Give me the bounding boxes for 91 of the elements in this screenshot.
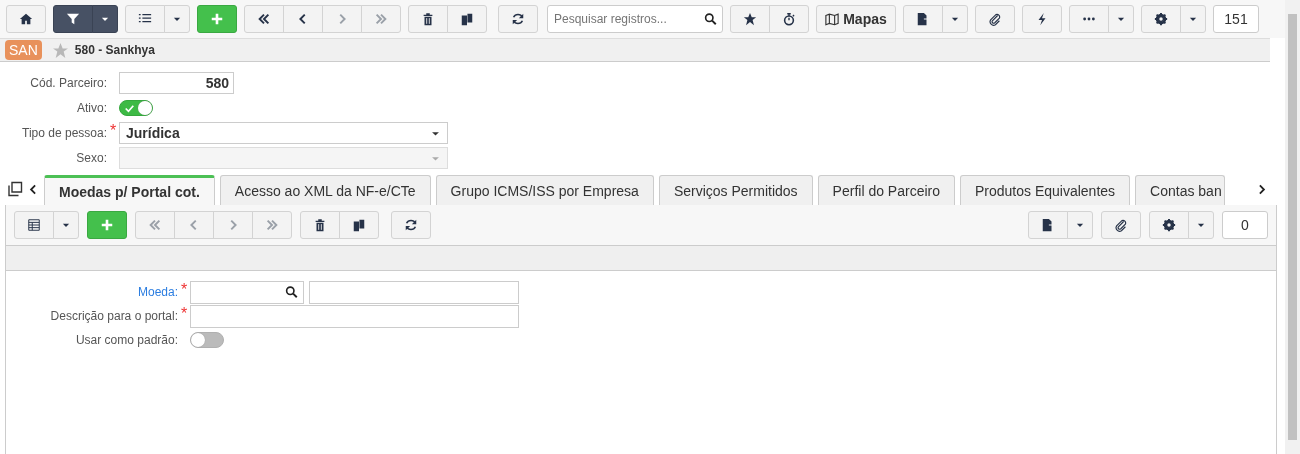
double-chevron-left-icon — [148, 218, 162, 232]
filter-button[interactable] — [53, 5, 93, 33]
record-badge: SAN — [5, 40, 42, 60]
copy-icon — [352, 218, 366, 232]
star-icon — [51, 41, 69, 59]
export-icon — [916, 12, 930, 26]
search-field[interactable]: Pesquisar registros... — [547, 5, 723, 33]
field-label: Cód. Parceiro: — [29, 76, 107, 90]
view-dropdown-button[interactable] — [53, 211, 79, 239]
select-field[interactable]: Jurídica — [119, 122, 448, 144]
field-link[interactable]: Moeda: — [6, 285, 178, 299]
paperclip-icon — [988, 12, 1002, 26]
export-button[interactable] — [903, 5, 943, 33]
field-label: Usar como padrão: — [74, 333, 178, 347]
grid-icon — [27, 218, 41, 232]
home-button[interactable] — [6, 5, 46, 33]
delete-button[interactable] — [408, 5, 448, 33]
copy-icon — [460, 12, 474, 26]
search-icon — [285, 285, 298, 299]
export-icon — [1041, 218, 1055, 232]
refresh-button[interactable] — [391, 211, 431, 239]
double-chevron-right-icon — [265, 218, 279, 232]
settings-button[interactable] — [1141, 5, 1181, 33]
trash-icon — [421, 12, 435, 26]
delete-button[interactable] — [300, 211, 340, 239]
stopwatch-button[interactable] — [769, 5, 809, 33]
list-view-button[interactable] — [125, 5, 165, 33]
stopwatch-icon — [782, 12, 796, 26]
scrollbar[interactable] — [1285, 0, 1300, 454]
refresh-icon — [511, 12, 525, 26]
tab[interactable]: Contas ban — [1135, 175, 1225, 205]
record-title: 580 - Sankhya — [74, 43, 155, 57]
toggle-switch[interactable] — [190, 332, 224, 348]
favorite-button[interactable] — [730, 5, 770, 33]
field-label: Sexo: — [75, 151, 107, 165]
star-icon — [743, 12, 757, 26]
windows-icon — [7, 181, 23, 197]
input-field[interactable]: 580 — [119, 72, 234, 94]
double-chevron-left-icon — [257, 12, 271, 26]
plus-icon — [210, 12, 224, 26]
map-icon — [825, 12, 840, 26]
duplicate-button[interactable] — [447, 5, 487, 33]
required-asterisk: * — [179, 281, 189, 299]
export-dropdown-button[interactable] — [1067, 211, 1093, 239]
first-record-button[interactable] — [244, 5, 284, 33]
settings-dropdown-button[interactable] — [1188, 211, 1214, 239]
description-field[interactable] — [309, 280, 519, 304]
double-chevron-right-icon — [374, 12, 388, 26]
toggle-switch[interactable] — [119, 100, 153, 116]
more-button[interactable] — [1069, 5, 1109, 33]
tab[interactable]: Serviços Permitidos — [658, 175, 813, 205]
tab[interactable]: Perfil do Parceiro — [817, 175, 955, 205]
actions-button[interactable] — [1022, 5, 1062, 33]
add-button[interactable] — [87, 211, 127, 239]
settings-button[interactable] — [1149, 211, 1189, 239]
refresh-button[interactable] — [498, 5, 538, 33]
filter-dropdown-button[interactable] — [92, 5, 118, 33]
export-dropdown-button[interactable] — [942, 5, 968, 33]
record-count: 0 — [1222, 211, 1268, 239]
refresh-icon — [404, 218, 418, 232]
add-button[interactable] — [197, 5, 237, 33]
required-asterisk: * — [179, 305, 189, 323]
settings-icon — [1154, 12, 1168, 26]
view-dropdown-button[interactable] — [164, 5, 190, 33]
export-button[interactable] — [1028, 211, 1068, 239]
input-field[interactable] — [190, 304, 519, 328]
attachment-button[interactable] — [975, 5, 1015, 33]
trash-icon — [313, 218, 327, 232]
grid-view-button[interactable] — [14, 211, 54, 239]
home-icon — [19, 12, 33, 26]
field-label: Descrição para o portal: — [49, 309, 178, 323]
record-count: 151 — [1213, 5, 1259, 33]
tab[interactable]: Moedas p/ Portal cot. — [44, 175, 215, 205]
more-dropdown-button[interactable] — [1108, 5, 1134, 33]
settings-icon — [1162, 218, 1176, 232]
settings-dropdown-button[interactable] — [1180, 5, 1206, 33]
tab[interactable]: Produtos Equivalentes — [960, 175, 1131, 205]
lookup-field[interactable] — [190, 280, 304, 304]
check-icon — [124, 102, 135, 114]
search-icon — [704, 12, 717, 26]
tab[interactable]: Acesso ao XML da NF-e/CTe — [219, 175, 431, 205]
required-asterisk: * — [108, 122, 118, 140]
field-label: Tipo de pessoa: — [21, 126, 107, 140]
maps-button[interactable]: Mapas — [816, 5, 896, 33]
plus-icon — [100, 218, 114, 232]
tab[interactable]: Grupo ICMS/ISS por Empresa — [435, 175, 654, 205]
filter-icon — [66, 12, 80, 26]
attachment-button[interactable] — [1101, 211, 1141, 239]
field-label: Ativo: — [76, 101, 107, 115]
duplicate-button[interactable] — [339, 211, 379, 239]
paperclip-icon — [1114, 218, 1128, 232]
